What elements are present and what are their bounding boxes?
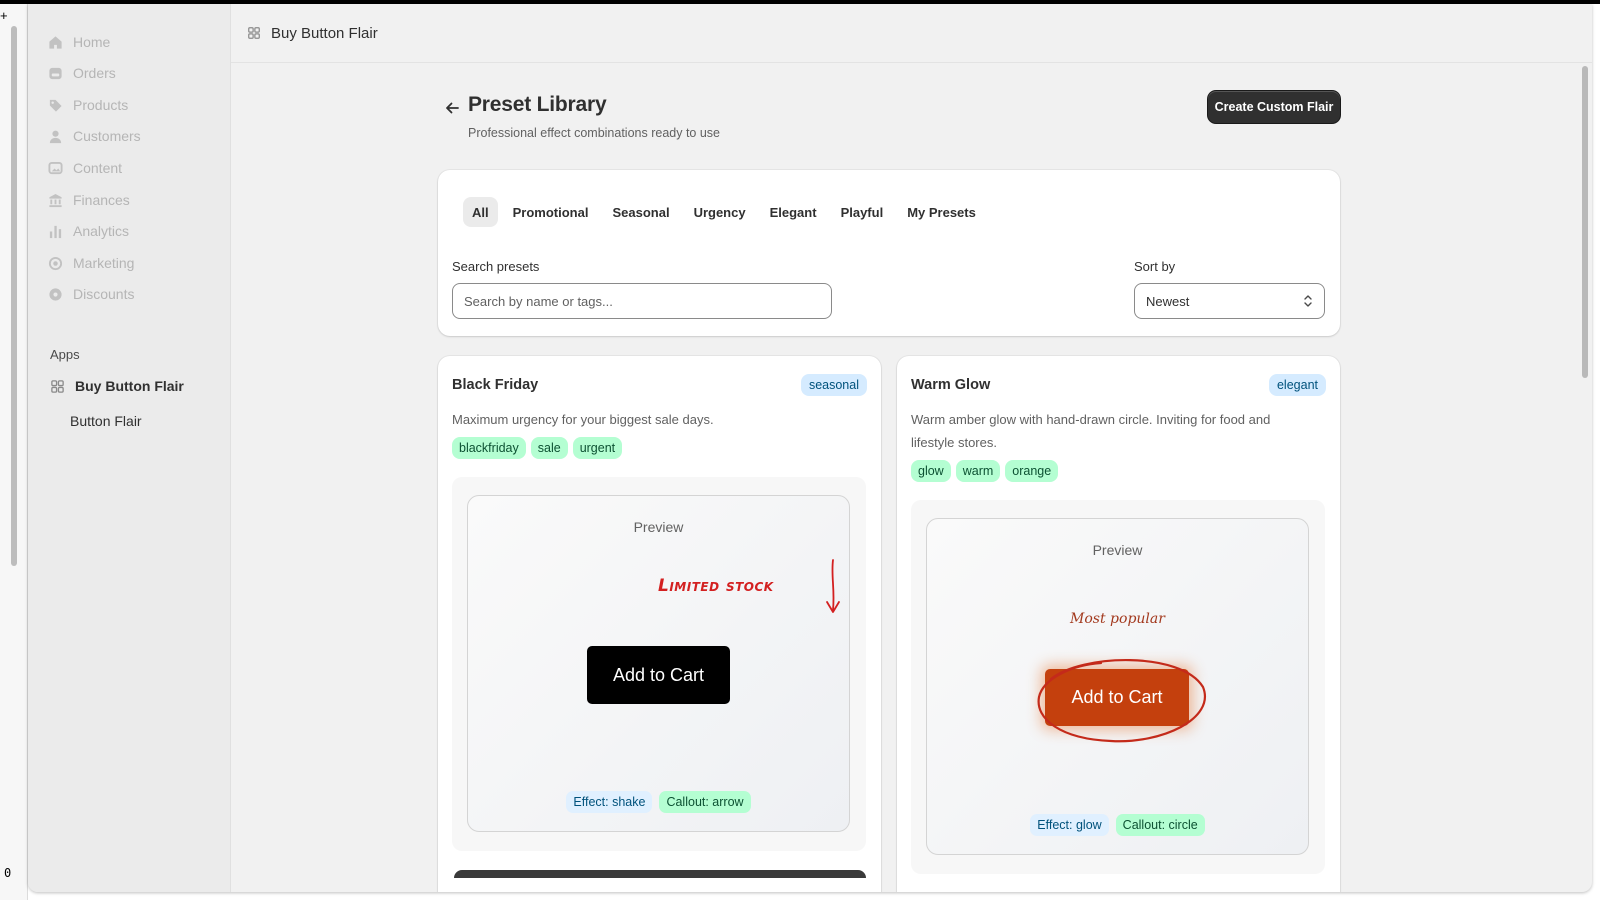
bank-icon	[48, 193, 63, 208]
sidebar-item-discounts[interactable]: Discounts	[48, 282, 134, 306]
search-field	[452, 283, 832, 319]
sidebar-item-label: Customers	[73, 128, 141, 144]
preset-tags: glow warm orange	[911, 460, 1059, 482]
header-title: Buy Button Flair	[271, 24, 378, 42]
preset-card-black-friday[interactable]: Black Friday seasonal Maximum urgency fo…	[438, 356, 881, 892]
effect-badge: Effect: glow	[1030, 814, 1109, 836]
tab-elegant[interactable]: Elegant	[761, 197, 826, 227]
sidebar-item-content[interactable]: Content	[48, 156, 122, 180]
person-icon	[48, 129, 63, 144]
left-counter: 0	[4, 866, 12, 880]
tag-icon	[48, 98, 63, 113]
preview-label: Preview	[633, 519, 684, 535]
left-edge-strip: + 0	[0, 4, 28, 900]
tag-badge: glow	[911, 460, 951, 482]
callout-badge: Callout: circle	[1115, 814, 1205, 836]
bar-chart-icon	[48, 224, 63, 239]
sidebar-subitem-button-flair[interactable]: Button Flair	[70, 413, 142, 429]
filter-card: All Promotional Seasonal Urgency Elegant…	[438, 170, 1340, 336]
effect-tags: Effect: shake Callout: arrow	[468, 791, 849, 813]
app-item-label: Buy Button Flair	[75, 378, 184, 394]
next-preset-card-edge	[454, 870, 866, 878]
sidebar-item-home[interactable]: Home	[48, 30, 110, 54]
sidebar-item-label: Orders	[73, 65, 116, 81]
sidebar-item-orders[interactable]: Orders	[48, 61, 116, 85]
sidebar-item-label: Content	[73, 160, 123, 176]
app-header: Buy Button Flair	[231, 4, 1592, 63]
callout-text: Limited stock	[658, 576, 774, 596]
preview-container: Preview Limited stock Add to Cart Effect…	[452, 477, 866, 851]
create-custom-flair-button[interactable]: Create Custom Flair	[1208, 91, 1340, 123]
sidebar-item-label: Discounts	[73, 286, 135, 302]
preset-name: Warm Glow	[911, 377, 991, 393]
select-chevron-icon	[1304, 295, 1312, 307]
apps-section-title: Apps	[50, 347, 80, 362]
image-icon	[48, 161, 63, 176]
orders-icon	[48, 66, 63, 81]
preset-description: Warm amber glow with hand-drawn circle. …	[911, 412, 1271, 450]
main-scrollbar[interactable]	[1582, 66, 1588, 378]
callout-text: Most popular	[1070, 611, 1165, 627]
preview-label: Preview	[1092, 542, 1143, 558]
sidebar-item-label: Products	[73, 97, 129, 113]
preview-container: Preview Most popular Add to Cart Effect:…	[911, 500, 1325, 874]
page-title: Preset Library	[468, 93, 607, 116]
tag-badge: blackfriday	[452, 437, 526, 459]
app-grid-icon	[248, 27, 260, 39]
callout-circle-icon	[1037, 659, 1206, 743]
tab-my-presets[interactable]: My Presets	[898, 197, 985, 227]
sidebar-item-buy-button-flair[interactable]: Buy Button Flair	[50, 378, 184, 394]
effect-badge: Effect: shake	[566, 791, 653, 813]
sidebar-item-marketing[interactable]: Marketing	[48, 251, 134, 275]
sidebar-item-products[interactable]: Products	[48, 93, 128, 117]
tab-promotional[interactable]: Promotional	[504, 197, 598, 227]
tab-all[interactable]: All	[463, 197, 498, 227]
plus-icon[interactable]: +	[0, 8, 8, 23]
preset-description: Maximum urgency for your biggest sale da…	[452, 412, 714, 427]
category-tabs: All Promotional Seasonal Urgency Elegant…	[463, 197, 985, 227]
callout-arrow-icon	[826, 559, 840, 613]
sidebar-item-label: Home	[73, 34, 111, 50]
category-badge: elegant	[1268, 374, 1326, 396]
sidebar: Home Orders Products Customers Content F…	[28, 4, 231, 892]
left-scrollbar[interactable]	[11, 26, 17, 566]
tab-seasonal[interactable]: Seasonal	[603, 197, 678, 227]
add-to-cart-preview-button[interactable]: Add to Cart	[587, 646, 730, 704]
admin-shell: Home Orders Products Customers Content F…	[28, 4, 1592, 892]
sort-select[interactable]: Newest	[1134, 283, 1325, 319]
tab-playful[interactable]: Playful	[832, 197, 893, 227]
preset-name: Black Friday	[452, 377, 539, 393]
target-icon	[48, 256, 63, 271]
page-subtitle: Professional effect combinations ready t…	[468, 126, 720, 140]
category-badge: seasonal	[800, 374, 867, 396]
search-label: Search presets	[452, 259, 540, 274]
back-button[interactable]	[440, 96, 464, 120]
tab-urgency[interactable]: Urgency	[685, 197, 755, 227]
tag-badge: warm	[955, 460, 1001, 482]
sort-selected-value: Newest	[1146, 293, 1190, 309]
tag-badge: sale	[530, 437, 568, 459]
sort-label: Sort by	[1134, 259, 1176, 274]
sidebar-item-analytics[interactable]: Analytics	[48, 219, 129, 243]
tag-badge: urgent	[572, 437, 623, 459]
sidebar-item-label: Marketing	[73, 255, 135, 271]
callout-badge: Callout: arrow	[659, 791, 751, 813]
sidebar-item-label: Finances	[73, 192, 130, 208]
sidebar-item-label: Analytics	[73, 223, 130, 239]
arrow-left-icon	[446, 102, 459, 114]
sidebar-item-customers[interactable]: Customers	[48, 124, 141, 148]
preset-card-warm-glow[interactable]: Warm Glow elegant Warm amber glow with h…	[897, 356, 1340, 892]
home-icon	[48, 35, 63, 50]
preview-stage: Preview Limited stock Add to Cart Effect…	[467, 495, 850, 832]
tag-badge: orange	[1005, 460, 1059, 482]
preset-tags: blackfriday sale urgent	[452, 437, 623, 459]
search-input[interactable]	[453, 284, 831, 318]
app-grid-icon	[50, 379, 65, 394]
sidebar-item-finances[interactable]: Finances	[48, 188, 130, 212]
gear-badge-icon	[48, 287, 63, 302]
effect-tags: Effect: glow Callout: circle	[927, 814, 1308, 836]
preview-stage: Preview Most popular Add to Cart Effect:…	[926, 518, 1309, 855]
